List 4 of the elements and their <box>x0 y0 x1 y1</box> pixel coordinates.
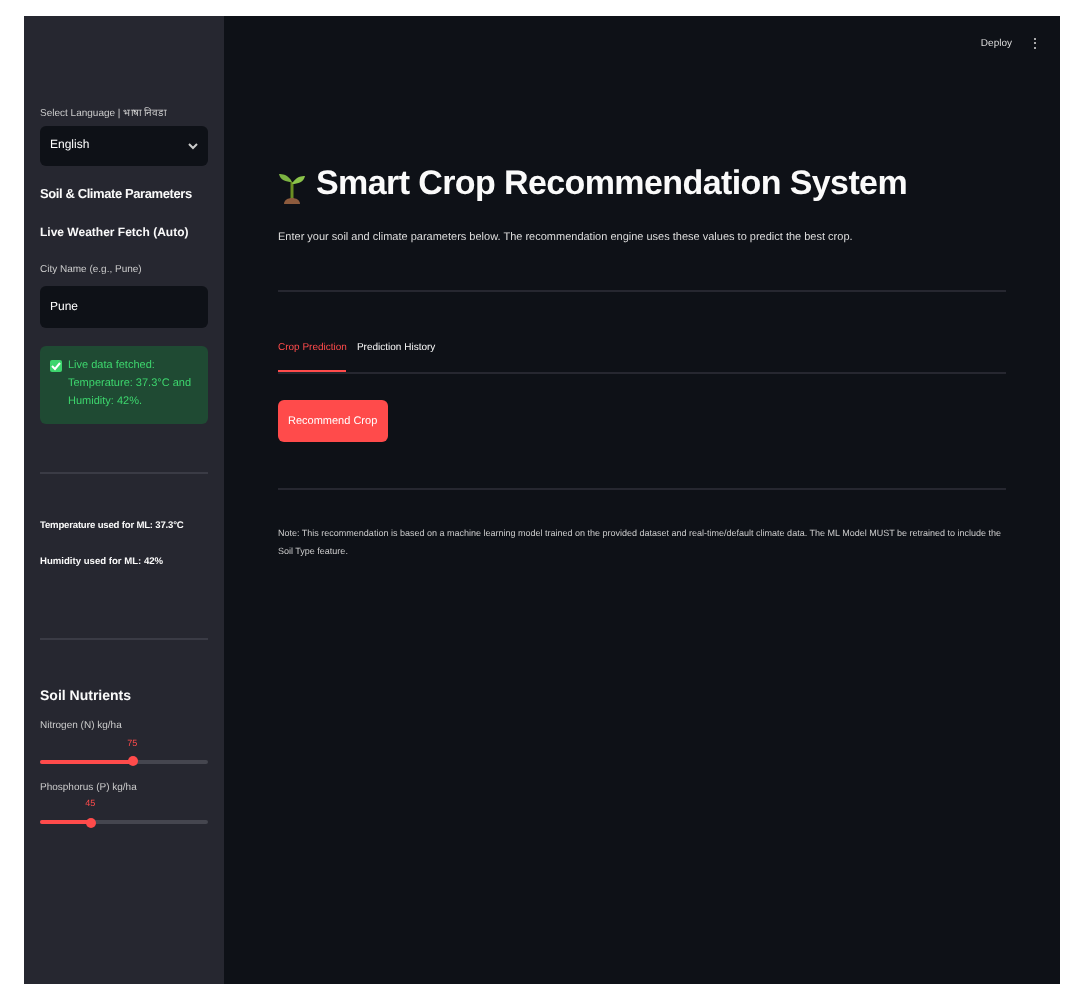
slider-thumb[interactable] <box>127 756 138 767</box>
page-title: Smart Crop Recommendation System <box>316 164 908 204</box>
chevron-down-icon <box>188 142 198 150</box>
slider-thumb[interactable] <box>85 817 96 828</box>
